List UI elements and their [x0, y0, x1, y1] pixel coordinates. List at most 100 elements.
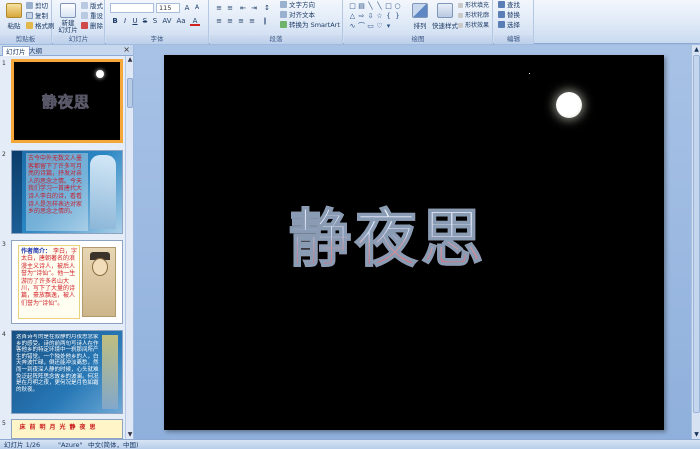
quick-styles-button[interactable]: 快速样式: [432, 2, 458, 33]
layout-icon: [81, 2, 88, 9]
replace-button[interactable]: 替换: [498, 11, 520, 20]
text-direction-icon: [280, 1, 287, 8]
bullets-icon[interactable]: ≡: [214, 3, 224, 13]
shape-effects-button[interactable]: 形状效果: [458, 21, 489, 30]
shape-outline-button[interactable]: 形状轮廓: [458, 11, 489, 20]
slide-thumbnail-3[interactable]: 作者简介： 李白，字太白，唐朝著名的浪漫主义诗人，被后人誉为“诗仙”。他一生游历…: [11, 240, 123, 324]
slide-thumbnail-1[interactable]: 静夜思: [11, 59, 123, 143]
cut-button[interactable]: 剪切: [26, 2, 48, 11]
underline-icon[interactable]: U: [130, 16, 140, 26]
bold-icon[interactable]: B: [110, 16, 120, 26]
align-text-icon: [280, 11, 287, 18]
numbering-icon[interactable]: ≡: [225, 3, 235, 13]
line-spacing-icon[interactable]: ↕: [262, 3, 272, 13]
drawing-group: □ ▤ ╲ ╲ □ ○ △ ⇨ ⇩ ☆ { } ∿ ⌒ ▭ ♡ ▾ 排列 快速样…: [344, 0, 493, 44]
slide-thumbnail-4[interactable]: 这首诗写的是在寂静的月夜思念家乡的感受。诗的前两句写诗人在作客他乡的特定环境中一…: [11, 330, 123, 414]
poet-figure-image: [90, 155, 116, 229]
shape-brace-icon[interactable]: {: [384, 12, 393, 21]
align-left-icon[interactable]: ≡: [214, 16, 224, 26]
poet-portrait-image: [82, 247, 116, 317]
moon-icon: [556, 92, 582, 118]
shape-line-icon[interactable]: ╲: [366, 2, 375, 11]
slide-thumbnail-pane: 1 静夜思 2 古今中外无数文人墨客都留下了许多写月亮的诗篇，抒发对亲人的思念之…: [0, 56, 133, 439]
format-painter-button[interactable]: 格式刷: [26, 22, 55, 31]
font-name-select[interactable]: [110, 3, 154, 13]
new-slide-button[interactable]: 新建 幻灯片: [55, 2, 81, 34]
slide-counter: 幻灯片 1/26: [4, 441, 41, 449]
shape-arrow2-icon[interactable]: ⇩: [366, 12, 375, 21]
font-size-select[interactable]: 115: [156, 3, 180, 13]
shape-fill-button[interactable]: 形状填充: [458, 1, 489, 10]
replace-icon: [498, 11, 505, 18]
tab-outline[interactable]: 大纲: [26, 46, 45, 56]
slide-editing-area: 静夜思 ▲ ▼: [134, 45, 700, 439]
shape-text-icon[interactable]: ▤: [357, 2, 366, 11]
scroll-down-icon[interactable]: ▼: [692, 430, 700, 439]
shape-rectangle-icon[interactable]: □: [348, 2, 357, 11]
scroll-up-icon[interactable]: ▲: [126, 56, 133, 64]
shape-freeform-icon[interactable]: ⌒: [357, 22, 366, 31]
text-direction-button[interactable]: 文字方向: [280, 1, 315, 10]
slide-thumbnail-2[interactable]: 古今中外无数文人墨客都留下了许多写月亮的诗篇，抒发对亲人的思念之情。今天我们学习…: [11, 150, 123, 234]
justify-icon[interactable]: ≡: [247, 16, 257, 26]
decorative-stripe: [12, 151, 22, 233]
copy-button[interactable]: 复制: [26, 12, 48, 21]
scroll-down-icon[interactable]: ▼: [126, 431, 133, 439]
paragraph-group-label: 段落: [210, 35, 342, 44]
scroll-up-icon[interactable]: ▲: [692, 45, 700, 54]
scroll-thumb[interactable]: [693, 55, 700, 413]
pen-icon: [458, 13, 463, 18]
shape-line2-icon[interactable]: ╲: [375, 2, 384, 11]
find-button[interactable]: 查找: [498, 1, 520, 10]
arrange-button[interactable]: 排列: [408, 2, 432, 33]
shape-oval-icon[interactable]: ○: [393, 2, 402, 11]
strikethrough-icon[interactable]: S: [140, 16, 150, 26]
scroll-thumb[interactable]: [127, 78, 133, 108]
select-button[interactable]: 选择: [498, 21, 520, 30]
current-slide[interactable]: 静夜思: [164, 55, 664, 430]
drawing-group-label: 绘图: [344, 35, 492, 44]
align-center-icon[interactable]: ≡: [225, 16, 235, 26]
char-spacing-icon[interactable]: AV: [162, 16, 172, 26]
shape-rect2-icon[interactable]: □: [384, 2, 393, 11]
thumb-text: 这首诗写的是在寂静的月夜思念家乡的感受。诗的前两句写诗人在作客他乡的特定环境中一…: [16, 334, 99, 393]
effects-icon: [458, 23, 463, 28]
align-right-icon[interactable]: ≡: [236, 16, 246, 26]
smartart-button[interactable]: 转换为 SmartArt: [280, 21, 340, 30]
change-case-icon[interactable]: Aa: [176, 16, 186, 26]
clipboard-group-label: 剪贴板: [0, 35, 51, 44]
italic-icon[interactable]: I: [120, 16, 130, 26]
reset-button[interactable]: 重设: [81, 12, 103, 21]
shrink-font-icon[interactable]: A: [192, 3, 202, 13]
slide-thumbnail-5[interactable]: 床前明月光静夜思: [11, 419, 123, 439]
shape-more-icon[interactable]: ▾: [384, 22, 393, 31]
shape-callout-icon[interactable]: ▭: [366, 22, 375, 31]
thumbnail-scrollbar[interactable]: ▲ ▼: [125, 56, 133, 439]
shape-brace2-icon[interactable]: }: [393, 12, 402, 21]
decrease-indent-icon[interactable]: ⇤: [238, 3, 248, 13]
pane-tabs: 幻灯片 大纲 ×: [0, 45, 133, 56]
grow-font-icon[interactable]: A: [182, 3, 192, 13]
slide-title[interactable]: 静夜思: [288, 188, 539, 278]
close-icon[interactable]: ×: [123, 45, 130, 54]
shape-triangle-icon[interactable]: △: [348, 12, 357, 21]
new-slide-icon: [60, 3, 76, 18]
columns-icon[interactable]: ∥: [260, 16, 270, 26]
delete-slide-button[interactable]: 删除: [81, 22, 103, 31]
author-intro-box: 作者简介： 李白，字太白，唐朝著名的浪漫主义诗人，被后人誉为“诗仙”。他一生游历…: [18, 245, 80, 319]
font-group: 115 A A B I U S S AV Aa A 字体: [106, 0, 209, 44]
increase-indent-icon[interactable]: ⇥: [249, 3, 259, 13]
shape-curve-icon[interactable]: ∿: [348, 22, 357, 31]
shape-arrow-icon[interactable]: ⇨: [357, 12, 366, 21]
shape-heart-icon[interactable]: ♡: [375, 22, 384, 31]
shape-star-icon[interactable]: ☆: [375, 12, 384, 21]
layout-button[interactable]: 版式: [81, 2, 103, 11]
slides-group-label: 幻灯片: [53, 35, 104, 44]
font-color-icon[interactable]: A: [190, 16, 200, 26]
shadow-icon[interactable]: S: [150, 16, 160, 26]
language-status[interactable]: 中文(简体，中国): [88, 440, 139, 449]
paste-icon: [6, 3, 22, 18]
paste-button[interactable]: 粘贴: [2, 2, 26, 33]
slide-scrollbar[interactable]: ▲ ▼: [691, 45, 700, 439]
align-text-button[interactable]: 对齐文本: [280, 11, 315, 20]
